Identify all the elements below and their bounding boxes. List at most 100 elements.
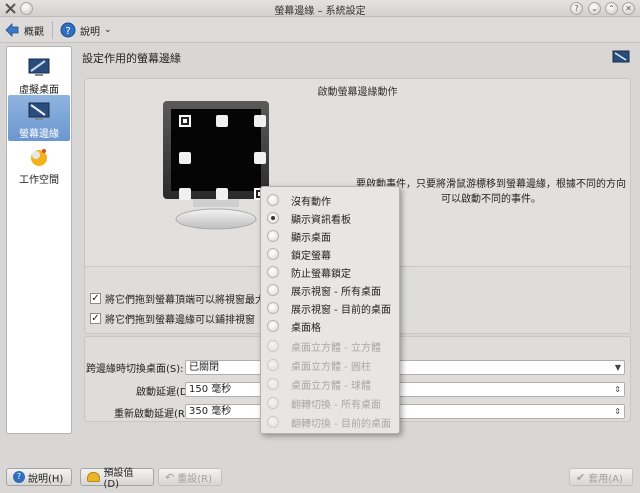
apply-button-label: 套用(A) bbox=[588, 473, 623, 485]
menu-item-label: 防止螢幕鎖定 bbox=[291, 268, 351, 280]
radio-icon bbox=[267, 340, 279, 352]
menu-item-desktop-grid[interactable]: 桌面格 bbox=[261, 317, 399, 335]
vertical-scrollbar[interactable] bbox=[632, 44, 638, 464]
svg-text:?: ? bbox=[65, 26, 70, 37]
radio-icon bbox=[267, 302, 279, 314]
defaults-button-label: 預設值(D) bbox=[103, 468, 134, 490]
spin-arrows-icon[interactable]: ⇕ bbox=[614, 405, 621, 418]
chevron-down-icon: ⌄ bbox=[104, 25, 112, 35]
screen-edges-icon bbox=[28, 102, 50, 120]
undo-icon: ↶ bbox=[165, 470, 175, 484]
edge-button-top-right[interactable] bbox=[254, 115, 266, 127]
radio-icon bbox=[267, 194, 279, 206]
reset-button-label: 重設(R) bbox=[177, 473, 212, 485]
minimize-icon[interactable]: ⌄ bbox=[588, 2, 601, 15]
menu-item-no-action[interactable]: 沒有動作 bbox=[261, 191, 399, 209]
radio-icon bbox=[267, 397, 279, 409]
menu-item-present-current[interactable]: 展示視窗 - 目前的桌面 bbox=[261, 299, 399, 317]
sidebar-item-workspace[interactable]: 工作空間 bbox=[8, 141, 70, 187]
workspace-icon bbox=[31, 149, 47, 166]
switch-desktop-select[interactable]: 已關閉 ▼ bbox=[185, 360, 625, 375]
reactivation-delay-spinbox[interactable]: 350 毫秒 ⇕ bbox=[185, 404, 625, 419]
group-title: 啟動螢幕邊緣動作 bbox=[317, 87, 398, 98]
maximize-checkbox[interactable]: ✓ bbox=[90, 293, 101, 304]
edge-button-bottom-left[interactable] bbox=[179, 188, 191, 200]
radio-icon bbox=[267, 266, 279, 278]
radio-icon bbox=[267, 320, 279, 332]
radio-icon bbox=[267, 359, 279, 371]
menu-item-label: 桌面立方體 - 圓柱 bbox=[291, 361, 371, 373]
menu-item-label: 沒有動作 bbox=[291, 196, 331, 208]
menu-item-flip-all[interactable]: 翻轉切換 - 所有桌面 bbox=[261, 394, 399, 412]
activation-delay-spinbox[interactable]: 150 毫秒 ⇕ bbox=[185, 382, 625, 397]
menu-item-flip-current[interactable]: 翻轉切換 - 目前的桌面 bbox=[261, 413, 399, 431]
radio-checked-icon bbox=[267, 212, 279, 224]
reactivation-delay-value: 350 毫秒 bbox=[189, 406, 232, 417]
tile-checkbox[interactable]: ✓ bbox=[90, 313, 101, 324]
window-title: 螢幕邊緣 – 系統設定 bbox=[274, 6, 366, 17]
menu-item-sphere[interactable]: 桌面立方體 - 球體 bbox=[261, 375, 399, 393]
help-circle-icon: ? bbox=[13, 471, 25, 483]
edge-action-menu: 沒有動作 顯示資訊看板 顯示桌面 鎖定螢幕 防止螢幕鎖定 展示視窗 - 所有桌面… bbox=[260, 186, 400, 434]
sidebar-item-label: 工作空間 bbox=[19, 175, 59, 186]
menu-item-show-desktop[interactable]: 顯示桌面 bbox=[261, 227, 399, 245]
radio-icon bbox=[267, 248, 279, 260]
menu-item-cylinder[interactable]: 桌面立方體 - 圓柱 bbox=[261, 356, 399, 374]
menu-item-label: 桌面立方體 - 球體 bbox=[291, 380, 371, 392]
menu-item-label: 展示視窗 - 所有桌面 bbox=[291, 286, 381, 298]
edge-button-top-left[interactable] bbox=[179, 115, 191, 127]
close-icon[interactable]: ✕ bbox=[622, 2, 635, 15]
sidebar-item-screen-edges[interactable]: 螢幕邊緣 bbox=[8, 95, 70, 141]
title-bar: 螢幕邊緣 – 系統設定 ? ⌄ ⌃ ✕ bbox=[0, 0, 640, 17]
reactivation-delay-row: 重新啟動延遲(R): bbox=[114, 405, 196, 420]
switch-desktop-value: 已關閉 bbox=[189, 362, 219, 373]
sidebar-item-label: 螢幕邊緣 bbox=[19, 129, 59, 140]
overview-button[interactable]: 概觀 bbox=[4, 21, 44, 39]
menu-item-label: 鎖定螢幕 bbox=[291, 250, 331, 262]
help-label: 說明 bbox=[80, 26, 100, 38]
menu-item-label: 桌面立方體 - 立方體 bbox=[291, 342, 381, 354]
toolbar-separator bbox=[52, 21, 53, 39]
spin-arrows-icon[interactable]: ⇕ bbox=[614, 383, 621, 396]
maximize-icon[interactable]: ⌃ bbox=[605, 2, 618, 15]
help-button-label: 說明(H) bbox=[28, 473, 64, 485]
defaults-icon bbox=[87, 472, 101, 482]
menu-item-dashboard[interactable]: 顯示資訊看板 bbox=[261, 209, 399, 227]
edge-button-right[interactable] bbox=[254, 152, 266, 164]
radio-icon bbox=[267, 416, 279, 428]
edge-button-bottom[interactable] bbox=[216, 188, 228, 200]
reactivation-delay-label: 重新啟動延遲(R): bbox=[114, 409, 193, 420]
maximize-checkbox-label: 將它們拖到螢幕頂端可以將視窗最大化 bbox=[105, 295, 275, 306]
defaults-button[interactable]: 預設值(D) bbox=[80, 468, 154, 490]
radio-icon bbox=[267, 230, 279, 242]
edge-button-left[interactable] bbox=[179, 152, 191, 164]
maximize-checkbox-row[interactable]: ✓ 將它們拖到螢幕頂端可以將視窗最大化 bbox=[90, 291, 275, 306]
activation-delay-value: 150 毫秒 bbox=[189, 384, 232, 395]
menu-item-label: 顯示資訊看板 bbox=[291, 214, 351, 226]
sidebar-item-virtual-desktop[interactable]: 虛擬桌面 bbox=[8, 51, 70, 97]
tile-checkbox-row[interactable]: ✓ 將它們拖到螢幕邊緣可以鋪排視窗 bbox=[90, 311, 255, 326]
radio-icon bbox=[267, 284, 279, 296]
overview-label: 概觀 bbox=[24, 26, 44, 38]
toolbar: 概觀 ? 說明 ⌄ bbox=[0, 17, 640, 43]
tile-checkbox-label: 將它們拖到螢幕邊緣可以鋪排視窗 bbox=[105, 315, 255, 326]
reset-button[interactable]: ↶ 重設(R) bbox=[158, 468, 222, 486]
help-button[interactable]: ? 說明(H) bbox=[6, 468, 72, 486]
radio-icon bbox=[267, 378, 279, 390]
menu-item-prevent-lock[interactable]: 防止螢幕鎖定 bbox=[261, 263, 399, 281]
switch-desktop-label: 跨邊緣時切換桌面(S): bbox=[86, 364, 184, 375]
menu-item-cube[interactable]: 桌面立方體 - 立方體 bbox=[261, 337, 399, 355]
edge-button-top[interactable] bbox=[216, 115, 228, 127]
help-icon[interactable]: ? bbox=[570, 2, 583, 15]
menu-item-present-all[interactable]: 展示視窗 - 所有桌面 bbox=[261, 281, 399, 299]
page-title: 設定作用的螢幕邊緣 bbox=[82, 52, 181, 65]
menu-item-lock-screen[interactable]: 鎖定螢幕 bbox=[261, 245, 399, 263]
help-circle-icon: ? bbox=[60, 22, 76, 38]
help-menu-button[interactable]: ? 說明 ⌄ bbox=[60, 21, 112, 39]
menu-item-label: 桌面格 bbox=[291, 322, 321, 334]
virtual-desktop-icon bbox=[28, 58, 50, 76]
apply-button[interactable]: ✔ 套用(A) bbox=[569, 468, 633, 486]
menu-item-label: 翻轉切換 - 目前的桌面 bbox=[291, 418, 391, 430]
menu-item-label: 顯示桌面 bbox=[291, 232, 331, 244]
check-icon: ✔ bbox=[576, 470, 586, 484]
